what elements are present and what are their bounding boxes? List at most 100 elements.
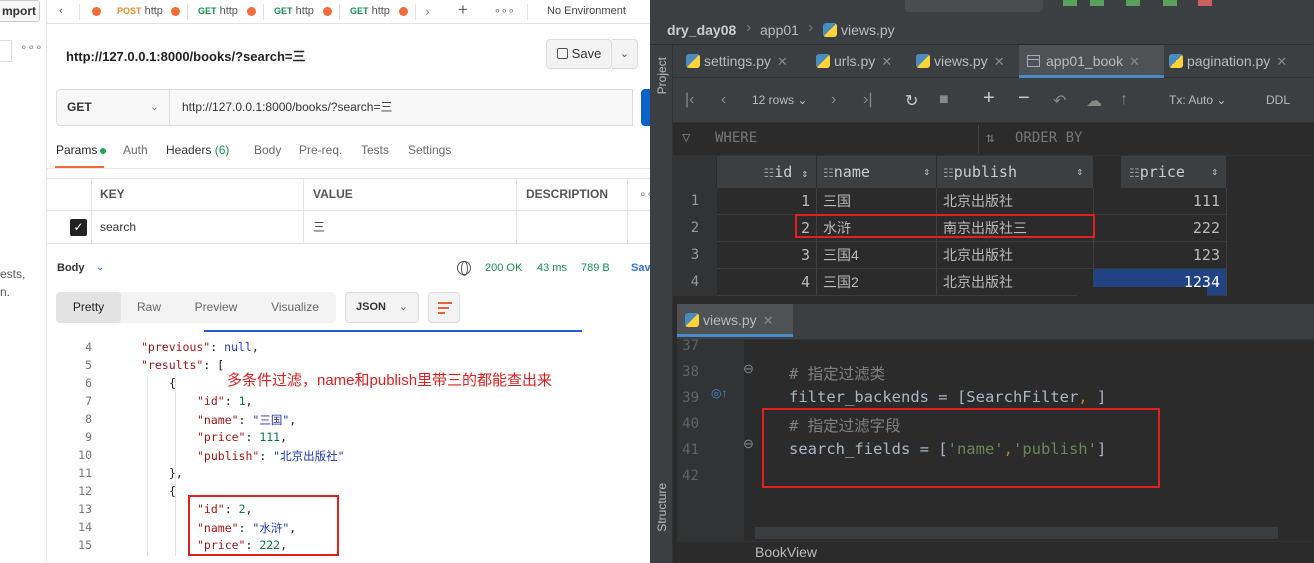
tab-raw[interactable]: Raw — [121, 292, 177, 323]
cell-publish[interactable]: 北京出版社 — [937, 269, 1094, 296]
tab-views-py[interactable]: views.py ✕ — [908, 45, 1008, 78]
ddl-button[interactable]: DDL — [1266, 93, 1290, 107]
last-page-icon[interactable]: ›| — [863, 91, 872, 109]
stop-icon[interactable] — [1198, 0, 1212, 6]
tab-body[interactable]: Body — [254, 143, 281, 157]
tab-unsaved[interactable] — [92, 0, 101, 24]
horizontal-scrollbar[interactable] — [755, 527, 1278, 539]
breadcrumb-project[interactable]: dry_day08 — [667, 22, 736, 38]
tab-preview[interactable]: Preview — [177, 292, 255, 323]
fold-icon[interactable]: ⊖ — [743, 436, 754, 452]
param-key-input[interactable]: search — [92, 211, 304, 243]
close-icon[interactable]: ✕ — [994, 54, 1005, 69]
row-number[interactable]: 2 — [673, 215, 717, 242]
url-input[interactable]: http://127.0.0.1:8000/books/?search=三 — [170, 89, 633, 126]
first-page-icon[interactable]: |‹ — [685, 91, 694, 109]
rows-count-select[interactable]: 12 rows ⌄ — [752, 93, 807, 107]
add-row-icon[interactable]: + — [983, 87, 995, 110]
cell-price[interactable]: 111 — [1094, 188, 1227, 215]
row-number[interactable]: 4 — [673, 269, 717, 296]
tab-settings[interactable]: Settings — [408, 143, 451, 157]
more-icon[interactable]: ∘∘∘ — [20, 40, 43, 54]
environment-select[interactable]: No Environment — [547, 0, 626, 24]
column-header-publish[interactable]: ☷publish ⇕ — [937, 156, 1094, 188]
column-header-id[interactable]: ☷id ⇕ — [717, 156, 817, 188]
cell-name[interactable]: 三国2 — [817, 269, 937, 296]
tab-visualize[interactable]: Visualize — [255, 292, 335, 323]
chevron-left-icon[interactable]: ‹ — [59, 0, 63, 24]
cell-name[interactable]: 三国4 — [817, 242, 937, 269]
where-filter-input[interactable]: WHERE — [715, 130, 757, 146]
cell-name[interactable]: 三国 — [817, 188, 937, 215]
close-icon[interactable]: ✕ — [881, 54, 892, 69]
refresh-icon[interactable]: ↻ — [905, 91, 918, 111]
tab-urls-py[interactable]: urls.py ✕ — [808, 45, 901, 78]
prev-page-icon[interactable]: ‹ — [721, 91, 726, 109]
cell-price[interactable]: 222 — [1094, 215, 1227, 242]
param-value-input[interactable]: 三 — [304, 211, 517, 243]
upload-icon[interactable]: ↑ — [1120, 91, 1128, 109]
tab-pretty[interactable]: Pretty — [56, 292, 121, 323]
format-select[interactable]: JSON ⌄ — [345, 292, 419, 323]
wrap-lines-icon[interactable] — [428, 292, 460, 323]
project-tool-tab[interactable]: Project — [655, 57, 669, 94]
cell-id[interactable]: 4 — [717, 269, 817, 296]
sidebar-search-input[interactable] — [0, 40, 12, 62]
send-button[interactable] — [641, 89, 650, 126]
tab-auth[interactable]: Auth — [123, 143, 148, 157]
tab-settings-py[interactable]: settings.py ✕ — [678, 45, 800, 78]
row-number[interactable]: 3 — [673, 242, 717, 269]
tab-pagination-py[interactable]: pagination.py ✕ — [1161, 45, 1314, 78]
globe-icon[interactable] — [457, 261, 471, 276]
revert-icon[interactable]: ↶ — [1053, 91, 1066, 111]
tab-app01-book[interactable]: app01_book ✕ — [1019, 45, 1164, 78]
more-icon[interactable]: ∘∘ — [628, 179, 650, 210]
tab-views-py[interactable]: views.py ✕ — [677, 304, 793, 337]
delete-row-icon[interactable]: − — [1018, 87, 1030, 110]
breadcrumb-app[interactable]: app01 — [760, 22, 799, 38]
cell-price[interactable]: 123 — [1094, 242, 1227, 269]
structure-tool-tab[interactable]: Structure — [655, 483, 669, 532]
row-number[interactable]: 1 — [673, 188, 717, 215]
chevron-down-icon[interactable]: ⌄ — [96, 262, 104, 273]
method-select[interactable]: GET ⌄ — [56, 89, 170, 126]
chevron-down-icon[interactable]: ⌄ — [612, 39, 638, 69]
param-description-input[interactable] — [517, 211, 628, 243]
close-icon[interactable]: ✕ — [763, 313, 774, 328]
coverage-icon[interactable] — [1126, 0, 1140, 6]
grid-row[interactable]: 3 3 三国4 北京出版社 123 — [673, 242, 1227, 269]
cell-publish[interactable]: 北京出版社 — [937, 188, 1094, 215]
tab-prereq[interactable]: Pre-req. — [299, 143, 342, 157]
tab-params[interactable]: Params — [56, 143, 107, 157]
debug-icon[interactable] — [1090, 0, 1104, 6]
new-tab-icon[interactable]: + — [458, 0, 468, 24]
fold-icon[interactable]: ⊖ — [743, 361, 754, 377]
run-config-select[interactable] — [905, 0, 1043, 12]
submit-icon[interactable]: ☁ — [1086, 91, 1102, 111]
request-tab[interactable]: GET http — [198, 0, 270, 24]
override-marker-icon[interactable]: ◎↑ — [711, 386, 727, 400]
cell-id[interactable]: 3 — [717, 242, 817, 269]
close-icon[interactable]: ✕ — [777, 54, 788, 69]
more-tabs-icon[interactable]: ∘∘∘ — [494, 0, 515, 24]
response-body-label[interactable]: Body — [57, 262, 85, 274]
param-enabled-checkbox[interactable]: ✓ — [70, 219, 87, 236]
request-tab[interactable]: GET http — [274, 0, 346, 24]
run-icon[interactable] — [1063, 0, 1077, 6]
chevron-right-icon[interactable]: › — [425, 0, 430, 24]
order-by-input[interactable]: ORDER BY — [1015, 130, 1082, 146]
class-breadcrumb[interactable]: BookView — [755, 544, 817, 560]
cell-id[interactable]: 1 — [717, 188, 817, 215]
request-tab[interactable]: GET http — [350, 0, 422, 24]
column-header-price[interactable]: ☷price ⇕ — [1121, 156, 1227, 188]
import-button[interactable]: mport — [0, 0, 40, 22]
tab-tests[interactable]: Tests — [361, 143, 389, 157]
grid-row[interactable]: 1 1 三国 北京出版社 111 — [673, 188, 1227, 215]
close-icon[interactable]: ✕ — [1276, 54, 1287, 69]
next-page-icon[interactable]: › — [831, 91, 836, 109]
close-icon[interactable]: ✕ — [1129, 54, 1140, 69]
transaction-mode-select[interactable]: Tx: Auto ⌄ — [1169, 93, 1226, 107]
column-header-name[interactable]: ☷name ⇕ — [817, 156, 937, 188]
save-button[interactable]: Save — [546, 39, 612, 69]
cell-publish[interactable]: 北京出版社 — [937, 242, 1094, 269]
